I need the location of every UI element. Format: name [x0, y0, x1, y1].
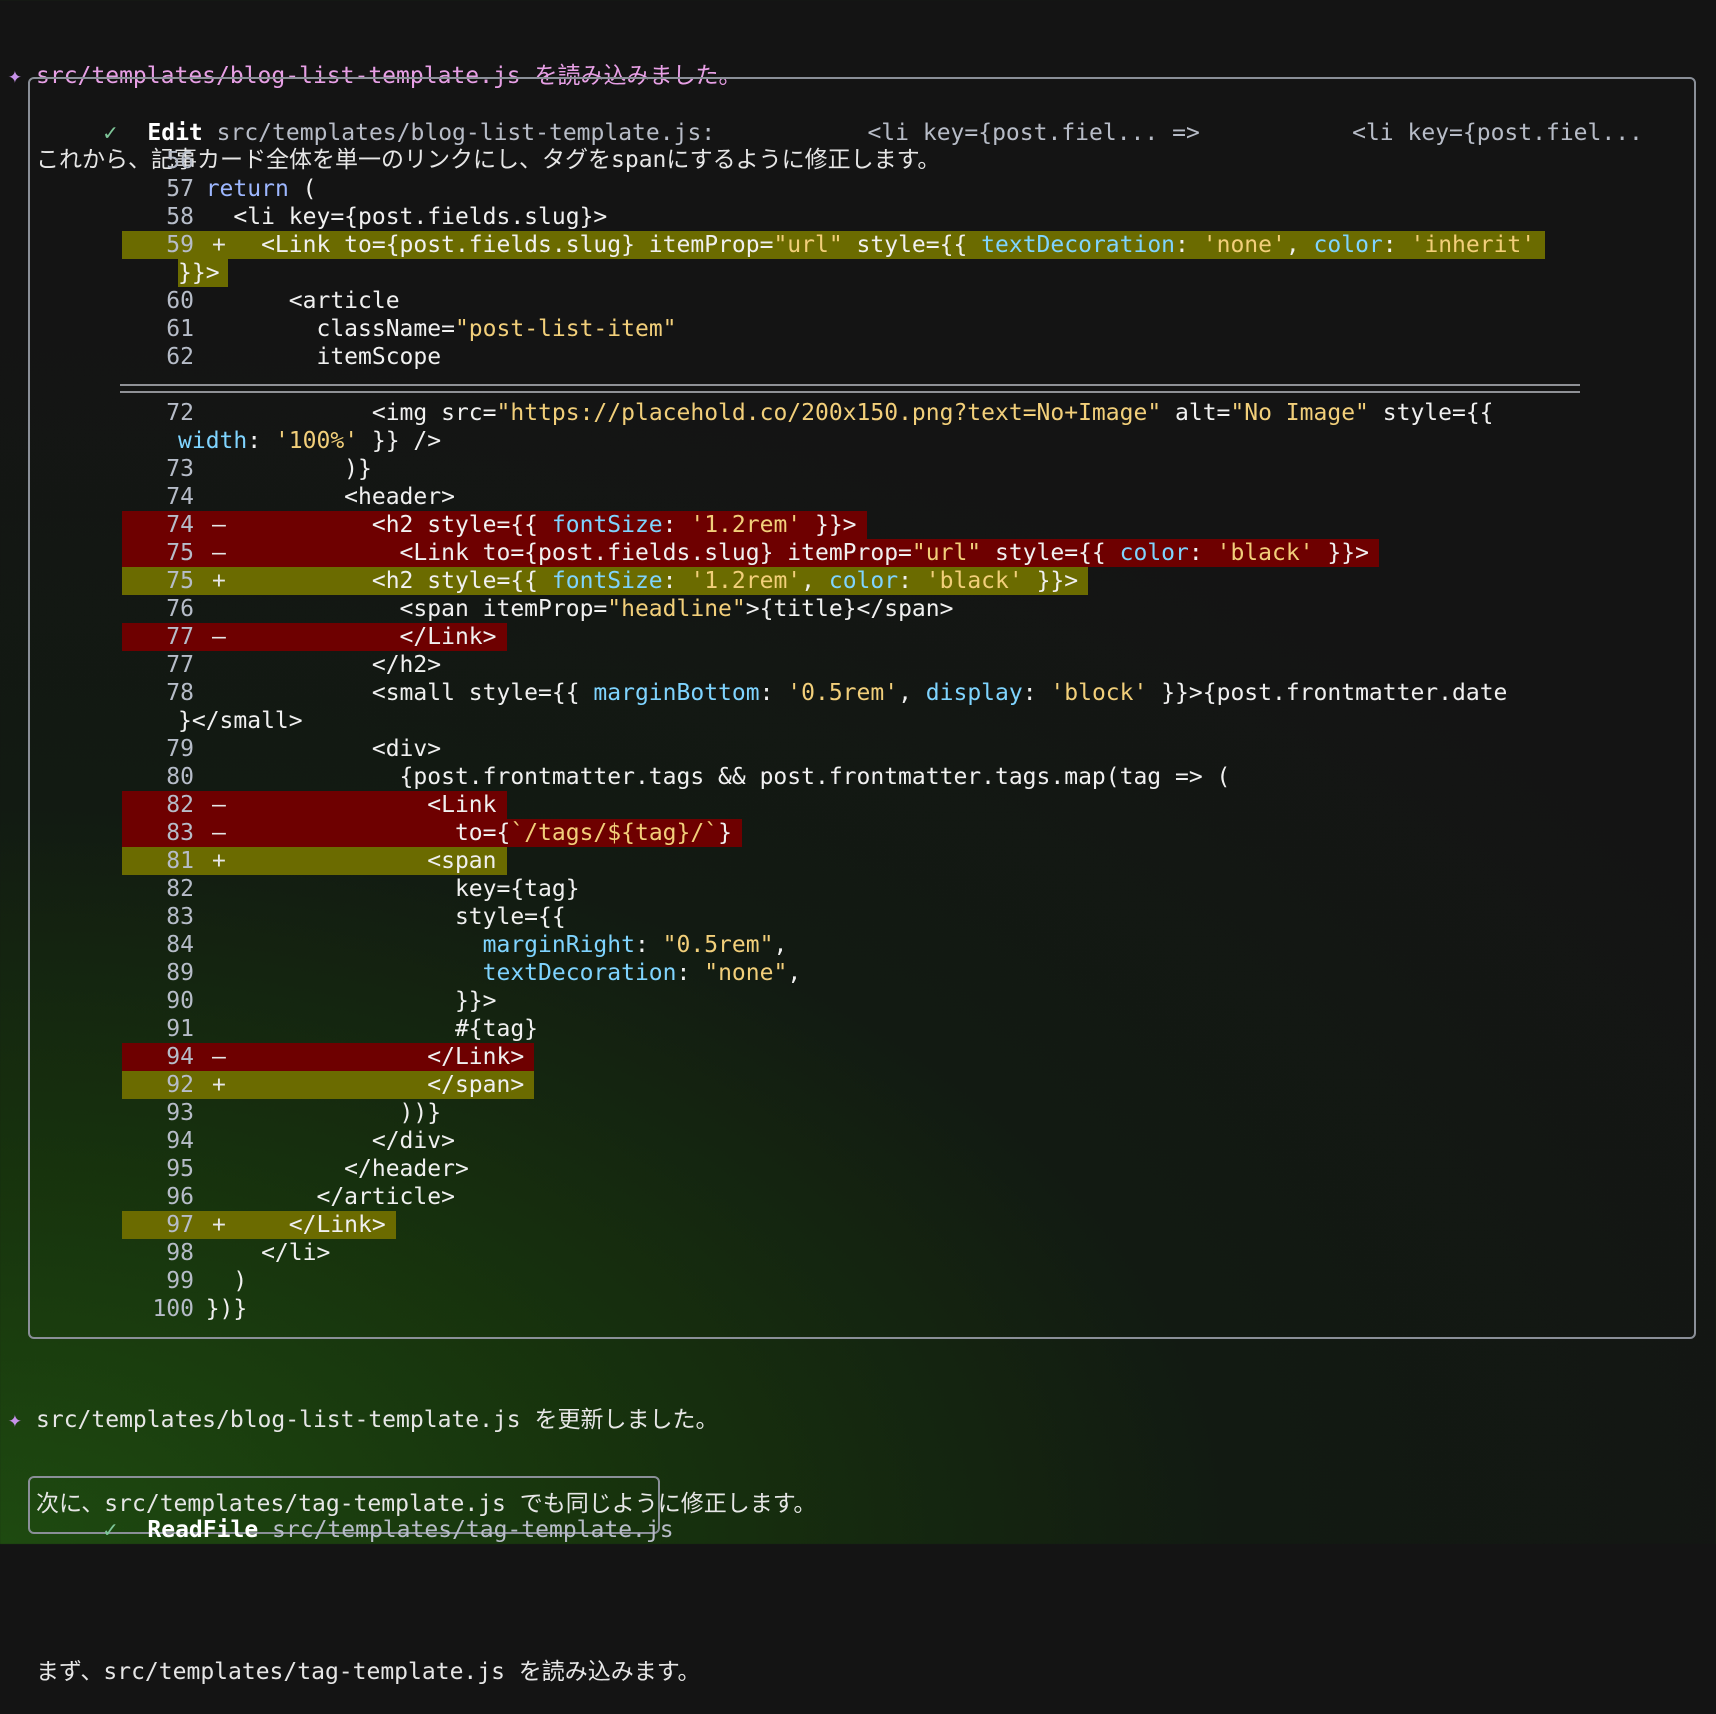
code-text: <article: [178, 288, 400, 314]
code-text: width: '100%' }} />: [178, 428, 442, 454]
diff-line: 78 <small style={{ marginBottom: '0.5rem…: [94, 679, 1566, 707]
code-text: to={`/tags/${tag}/`}: [178, 820, 732, 846]
diff-line: 82 key={tag}: [94, 875, 1566, 903]
diff-line: 98 </li>: [94, 1239, 1566, 1267]
diff-line: 61 className="post-list-item": [94, 315, 1566, 343]
code-text: }}>: [178, 260, 220, 286]
diff-line: 89 textDecoration: "none",: [94, 959, 1566, 987]
code-text: </span>: [178, 1072, 525, 1098]
code-text: </header>: [178, 1156, 469, 1182]
code-text: })}: [178, 1296, 248, 1322]
code-text: <li key={post.fields.slug}>: [178, 204, 608, 230]
check-icon: ✓: [103, 120, 118, 146]
code-text: style={{: [178, 904, 566, 930]
code-text: </Link>: [178, 1044, 525, 1070]
diff-line: 80 {post.frontmatter.tags && post.frontm…: [94, 763, 1566, 791]
code-text: <span: [178, 848, 497, 874]
message-line: src/templates/blog-list-template.js を更新し…: [36, 1407, 719, 1433]
code-text: <div>: [178, 736, 442, 762]
code-text: textDecoration: "none",: [482, 960, 802, 986]
readfile-tool-panel: ✓ ReadFile src/templates/tag-template.js: [28, 1476, 674, 1543]
diff-line: 94 </div>: [94, 1127, 1566, 1155]
code-text: {post.frontmatter.tags && post.frontmatt…: [178, 764, 1231, 790]
code-text: <Link: [178, 792, 497, 818]
code-text: return (: [205, 176, 317, 202]
code-text: <span itemProp="headline">{title}</span>: [178, 596, 954, 622]
hunk-separator: [120, 384, 1580, 393]
code-text: #{tag}: [178, 1016, 539, 1042]
diff-line: 76 <span itemProp="headline">{title}</sp…: [94, 595, 1566, 623]
code-text: </article>: [178, 1184, 455, 1210]
diff-hunk-1: 56 57 return (58 <li key={post.fields.slu…: [94, 147, 1566, 371]
diff-line: 57 return (: [94, 175, 1566, 203]
code-text: )}: [178, 456, 372, 482]
code-text: ): [178, 1268, 248, 1294]
diff-line: 77 </h2>: [94, 651, 1566, 679]
line-number: 56: [166, 148, 194, 174]
code-text: key={tag}: [178, 876, 580, 902]
diff-line: 93 ))}: [94, 1099, 1566, 1127]
tool-name: ReadFile: [147, 1517, 259, 1543]
edit-summary: src/templates/blog-list-template.js: <li…: [216, 120, 1643, 146]
code-text: <Link to={post.fields.slug} itemProp="ur…: [178, 232, 1536, 258]
code-text: }}>: [178, 988, 497, 1014]
diff-line: width: '100%' }} />: [94, 427, 1566, 455]
diff-line: 58 <li key={post.fields.slug}>: [94, 203, 1566, 231]
code-text: itemScope: [178, 344, 442, 370]
diff-line: 100 })}: [94, 1295, 1566, 1323]
diff-line: 77– </Link>: [94, 623, 1566, 651]
code-text: className="post-list-item": [178, 316, 677, 342]
tool-name: Edit: [147, 120, 203, 146]
diff-line: 62 itemScope: [94, 343, 1566, 371]
edit-tool-panel: ✓ Edit src/templates/blog-list-template.j…: [28, 77, 1696, 1339]
diff-line: 92 + </span>: [94, 1071, 1566, 1099]
diff-line: 82– <Link: [94, 791, 1566, 819]
diff-line: 79 <div>: [94, 735, 1566, 763]
diff-line: 74– <h2 style={{ fontSize: '1.2rem' }}>: [94, 511, 1566, 539]
code-text: </li>: [178, 1240, 331, 1266]
code-text: <h2 style={{ fontSize: '1.2rem', color: …: [178, 568, 1079, 594]
code-text: <Link to={post.fields.slug} itemProp="ur…: [178, 540, 1369, 566]
diff-line: 97 + </Link>: [94, 1211, 1566, 1239]
diff-line: }</small>: [94, 707, 1566, 735]
diff-line: }}>: [94, 259, 1566, 287]
code-text: <h2 style={{ fontSize: '1.2rem' }}>: [178, 512, 857, 538]
code-text: ))}: [178, 1100, 442, 1126]
message-line: まず、src/templates/tag-template.js を読み込みます…: [36, 1659, 701, 1685]
diff-line: 75– <Link to={post.fields.slug} itemProp…: [94, 539, 1566, 567]
code-text: </Link>: [178, 1212, 386, 1238]
diff-line: 83– to={`/tags/${tag}/`}: [94, 819, 1566, 847]
code-text: <small style={{ marginBottom: '0.5rem', …: [178, 680, 1508, 706]
code-text: <img src="https://placehold.co/200x150.p…: [178, 400, 1494, 426]
diff-line: 60 <article: [94, 287, 1566, 315]
diff-line: 95 </header>: [94, 1155, 1566, 1183]
code-text: marginRight: "0.5rem",: [482, 932, 788, 958]
diff-line: 81 + <span: [94, 847, 1566, 875]
diff-line: 99 ): [94, 1267, 1566, 1295]
code-text: </h2>: [178, 652, 442, 678]
diff-line: 74 <header>: [94, 483, 1566, 511]
diff-line: 56: [94, 147, 1566, 175]
diff-line: 94– </Link>: [94, 1043, 1566, 1071]
code-text: </div>: [178, 1128, 455, 1154]
code-text: }</small>: [178, 708, 303, 734]
diff-hunk-2: 72 <img src="https://placehold.co/200x15…: [94, 399, 1566, 1323]
readfile-path: src/templates/tag-template.js: [272, 1517, 674, 1543]
diff-line: 83 style={{: [94, 903, 1566, 931]
diff-line: 90 }}>: [94, 987, 1566, 1015]
diff-line: 73 )}: [94, 455, 1566, 483]
diff-line: 72 <img src="https://placehold.co/200x15…: [94, 399, 1566, 427]
diff-line: 75 + <h2 style={{ fontSize: '1.2rem', col…: [94, 567, 1566, 595]
diff-line: 59 + <Link to={post.fields.slug} itemProp…: [94, 231, 1566, 259]
diff-line: 91 #{tag}: [94, 1015, 1566, 1043]
code-text: </Link>: [178, 624, 497, 650]
code-text: <header>: [178, 484, 455, 510]
sparkle-icon: ✦: [8, 1407, 22, 1433]
diff-line: 96 </article>: [94, 1183, 1566, 1211]
diff-line: 84 marginRight: "0.5rem",: [94, 931, 1566, 959]
check-icon: ✓: [103, 1517, 118, 1543]
